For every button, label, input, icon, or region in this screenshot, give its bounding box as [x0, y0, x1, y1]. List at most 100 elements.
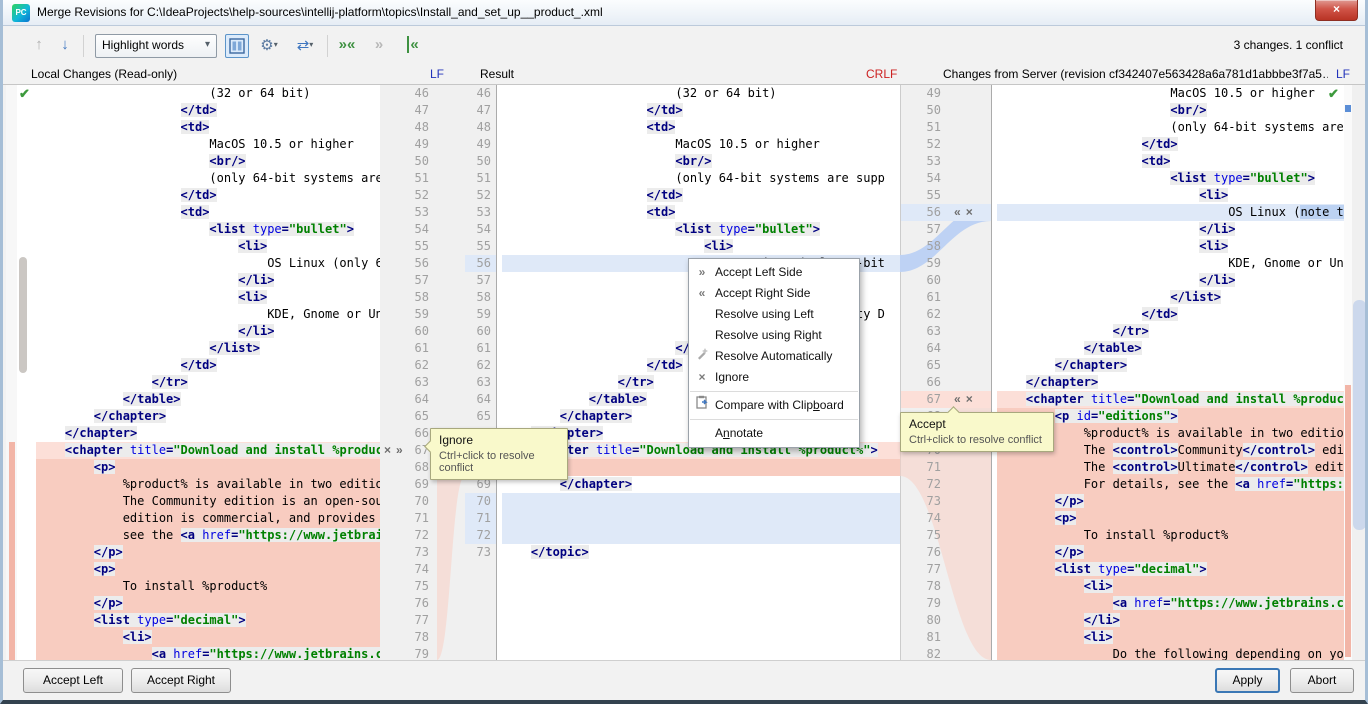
- menu-item-resolve-using-left[interactable]: Resolve using Left: [689, 304, 859, 325]
- double-chevron-right-icon: »: [339, 36, 347, 53]
- code-line-60: </li>: [997, 272, 1344, 289]
- toolbar-separator: [327, 35, 328, 57]
- gutter-row-76: 76: [901, 544, 991, 561]
- line-number: 54: [901, 170, 941, 187]
- line-number: 52: [465, 187, 496, 204]
- menu-item-label: Resolve using Left: [715, 304, 814, 325]
- apply-nonconflicting-right-button[interactable]: «: [401, 34, 425, 58]
- accept-right-button[interactable]: Accept Right: [131, 668, 231, 693]
- gutter-row-53: 53: [380, 204, 437, 221]
- menu-item-label: Accept Right Side: [715, 283, 810, 304]
- gutter-row-49: 49: [901, 85, 991, 102]
- settings-button[interactable]: ⚙▾: [253, 34, 285, 58]
- right-editor[interactable]: MacOS 10.5 or higher <br/> (only 64-bit …: [991, 85, 1344, 660]
- accept-chevron-icon[interactable]: «: [954, 392, 961, 406]
- gutter-row-81: 81: [901, 629, 991, 646]
- close-button[interactable]: ×: [1315, 0, 1358, 21]
- code-line-53: <td>: [502, 204, 900, 221]
- left-line-numbers: 4647484950515253545556575859606162636465…: [380, 85, 437, 660]
- menu-item-accept-left-side[interactable]: »Accept Left Side: [689, 262, 859, 283]
- left-editor[interactable]: (32 or 64 bit) </td> <td> MacOS 10.5 or …: [18, 85, 380, 660]
- right-applied-check-icon: ✔: [1328, 86, 1339, 102]
- gutter-row-61: 61: [380, 340, 437, 357]
- left-scrollbar-thumb[interactable]: [19, 257, 27, 373]
- gutter-row-71: 71: [380, 510, 437, 527]
- gutter-row-54: 54: [901, 170, 991, 187]
- resolve-change-icons[interactable]: «×: [954, 204, 978, 221]
- two-side-view-toggle[interactable]: [225, 34, 249, 58]
- ignore-cross-icon[interactable]: ×: [966, 392, 973, 406]
- next-change-button[interactable]: ↓: [53, 34, 77, 58]
- gutter-row-70: 70: [465, 493, 496, 510]
- code-line-68: <p>: [36, 459, 380, 476]
- line-number: 60: [901, 272, 941, 289]
- gutter-row-55: 55: [901, 187, 991, 204]
- apply-all-nonconflicting-left-button[interactable]: »«: [335, 34, 359, 58]
- resolve-change-icons[interactable]: ×»: [384, 442, 408, 459]
- tooltip-title: Accept: [909, 417, 1045, 431]
- gutter-row-71: 71: [465, 510, 496, 527]
- ignore-cross-icon[interactable]: ×: [966, 205, 973, 219]
- apply-button[interactable]: Apply: [1215, 668, 1280, 693]
- highlighting-mode-select[interactable]: Highlight words ▾: [95, 34, 217, 58]
- gutter-row-50: 50: [465, 153, 496, 170]
- resolve-change-icons[interactable]: «×: [954, 391, 978, 408]
- line-number: 57: [465, 272, 496, 289]
- menu-item-annotate[interactable]: Annotate: [689, 423, 859, 444]
- gutter-row-57: 57: [380, 272, 437, 289]
- line-number: 61: [465, 340, 496, 357]
- code-line-59: KDE, Gnome or Uni: [997, 255, 1344, 272]
- line-number: 72: [380, 527, 437, 544]
- gutter-row-58: 58: [901, 238, 991, 255]
- gutter-row-65: 65: [465, 408, 496, 425]
- code-line-52: </td>: [502, 187, 900, 204]
- menu-item-accept-right-side[interactable]: «Accept Right Side: [689, 283, 859, 304]
- line-number: 75: [901, 527, 941, 544]
- accept-chevron-icon[interactable]: «: [954, 205, 961, 219]
- line-number: 55: [380, 238, 437, 255]
- accept-chevron-icon[interactable]: »: [396, 443, 403, 457]
- menu-item-resolve-automatically[interactable]: Resolve Automatically: [689, 346, 859, 367]
- line-number: 56: [380, 255, 437, 272]
- line-number: 58: [901, 238, 941, 255]
- code-line-49: MacOS 10.5 or higher: [997, 85, 1344, 102]
- right-scrollbar[interactable]: [1352, 85, 1368, 660]
- clipboard-icon: [696, 395, 709, 409]
- gutter-row-54: 54: [380, 221, 437, 238]
- right-scrollbar-thumb[interactable]: [1353, 300, 1366, 530]
- line-number: 71: [380, 510, 437, 527]
- highlighting-mode-value: Highlight words: [102, 38, 184, 52]
- code-line-65: </chapter>: [997, 357, 1344, 374]
- line-number: 55: [465, 238, 496, 255]
- code-line-74: <p>: [36, 561, 380, 578]
- code-line-53: <td>: [36, 204, 380, 221]
- code-line-71: The <control>Ultimate</control> editi: [997, 459, 1344, 476]
- abort-button[interactable]: Abort: [1290, 668, 1354, 693]
- tooltip-title: Ignore: [439, 433, 559, 447]
- window-title: Merge Revisions for C:\IdeaProjects\help…: [37, 5, 603, 19]
- menu-item-label: Accept Left Side: [715, 262, 802, 283]
- menu-item-resolve-using-right[interactable]: Resolve using Right: [689, 325, 859, 346]
- gutter-row-79: 79: [380, 646, 437, 660]
- menu-item-ignore[interactable]: ×Ignore: [689, 367, 859, 388]
- code-line-62: </td>: [997, 306, 1344, 323]
- gutter-row-68: 68: [380, 459, 437, 476]
- gutter-row-63: 63: [465, 374, 496, 391]
- ignore-cross-icon[interactable]: ×: [384, 443, 391, 457]
- previous-change-button[interactable]: ↑: [27, 34, 51, 58]
- menu-item-compare-with-clipboard[interactable]: Compare with Clipboard: [689, 395, 859, 416]
- accept-left-button[interactable]: Accept Left: [23, 668, 123, 693]
- line-number: 80: [901, 612, 941, 629]
- line-number: 73: [380, 544, 437, 561]
- gutter-row-52: 52: [380, 187, 437, 204]
- menu-separator: [690, 419, 858, 420]
- left-applied-check-icon: ✔: [19, 86, 30, 102]
- gutter-row-50: 50: [901, 102, 991, 119]
- code-line-47: </td>: [36, 102, 380, 119]
- gutter-row-53: 53: [901, 153, 991, 170]
- compare-options-button[interactable]: ⇄▾: [289, 34, 321, 58]
- line-number: 73: [901, 493, 941, 510]
- line-number: 63: [380, 374, 437, 391]
- magic-wand-icon: [696, 347, 709, 360]
- line-number: 66: [380, 425, 437, 442]
